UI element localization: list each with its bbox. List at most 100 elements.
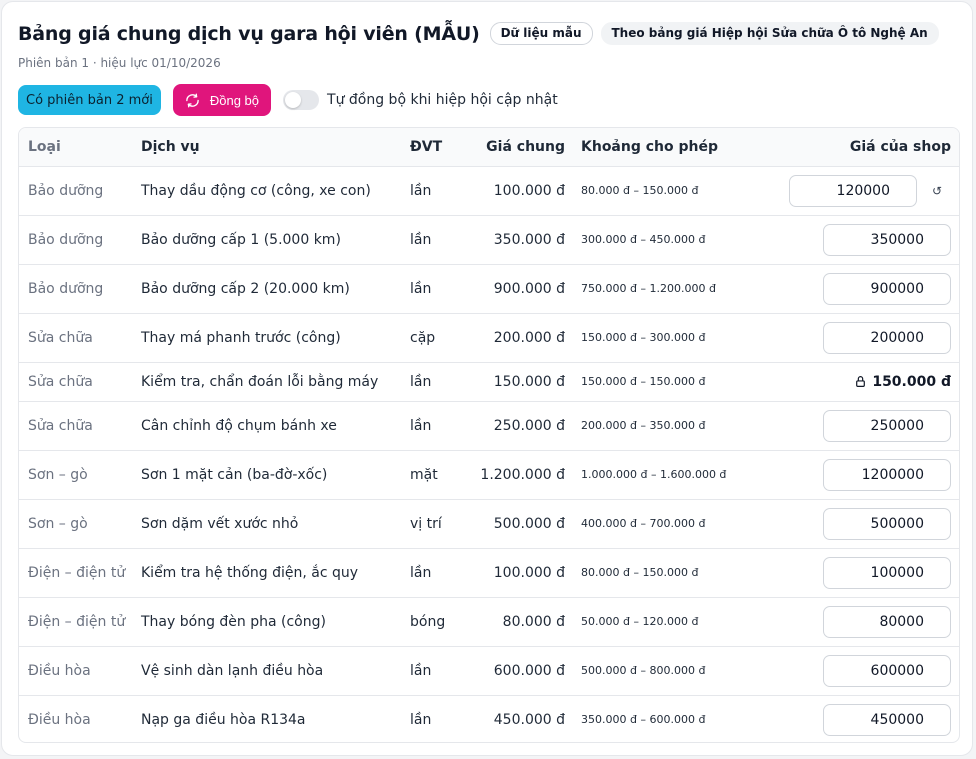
cell-shop-price <box>743 548 959 598</box>
table-header-row: Loại Dịch vụ ĐVT Giá chung Khoảng cho ph… <box>19 128 959 167</box>
cell-unit: mặt <box>410 450 468 500</box>
shop-price-input[interactable] <box>823 223 951 256</box>
auto-sync-label: Tự đồng bộ khi hiệp hội cập nhật <box>327 92 558 108</box>
table-row: Bảo dưỡng Bảo dưỡng cấp 1 (5.000 km) lần 35… <box>19 215 959 265</box>
table-row: Bảo dưỡng Thay dầu động cơ (công, xe con)… <box>19 166 959 216</box>
col-header-type: Loại <box>19 128 141 167</box>
col-header-price: Giá chung <box>468 128 573 167</box>
cell-unit: vị trí <box>410 499 468 549</box>
undo-icon: ↺ <box>931 183 943 198</box>
shop-price-input[interactable] <box>823 605 951 638</box>
cell-range: 150.000 đ – 150.000 đ <box>573 362 743 402</box>
cell-type: Điện – điện tử <box>19 548 141 598</box>
page-title: Bảng giá chung dịch vụ gara hội viên (MẪ… <box>18 22 480 45</box>
table-row: Điện – điện tử Thay bóng đèn pha (công) bó… <box>19 597 959 647</box>
new-version-badge: Có phiên bản 2 mới <box>18 85 161 115</box>
cell-type: Bảo dưỡng <box>19 166 141 216</box>
cell-unit: cặp <box>410 313 468 363</box>
cell-price: 80.000 đ <box>468 597 573 647</box>
shop-price-cell <box>743 507 951 540</box>
cell-unit: lần <box>410 401 468 451</box>
table-row: Sơn – gò Sơn 1 mặt cản (ba-đờ-xốc) mặt 1.20… <box>19 450 959 500</box>
cell-type: Sơn – gò <box>19 499 141 549</box>
sample-data-chip: Dữ liệu mẫu <box>489 22 593 45</box>
shop-price-cell <box>743 703 951 736</box>
cell-range: 1.000.000 đ – 1.600.000 đ <box>573 450 743 500</box>
cell-price: 200.000 đ <box>468 313 573 363</box>
price-table: Loại Dịch vụ ĐVT Giá chung Khoảng cho ph… <box>18 127 960 743</box>
cell-range: 200.000 đ – 350.000 đ <box>573 401 743 451</box>
sync-button-label: Đồng bộ <box>209 92 260 108</box>
shop-price-cell <box>743 272 951 305</box>
col-header-service: Dịch vụ <box>141 128 410 167</box>
cell-shop-price <box>743 646 959 696</box>
cell-shop-price <box>743 499 959 549</box>
col-header-range: Khoảng cho phép <box>573 128 743 167</box>
cell-service: Bảo dưỡng cấp 2 (20.000 km) <box>141 264 410 314</box>
shop-price-input[interactable] <box>823 321 951 354</box>
cell-price: 450.000 đ <box>493 711 565 728</box>
table-row: Điều hòa Nạp ga điều hòa R134a lần 450.000 … <box>19 695 959 742</box>
shop-price-input[interactable] <box>823 409 951 442</box>
auto-sync-toggle[interactable] <box>283 90 320 110</box>
shop-price-input[interactable] <box>823 458 951 491</box>
cell-unit: lần <box>410 548 468 598</box>
cell-range: 350.000 đ – 600.000 đ <box>581 713 706 727</box>
cell-shop-price <box>743 313 959 363</box>
cell-shop-price <box>743 597 959 647</box>
sync-button[interactable]: Đồng bộ <box>172 84 272 116</box>
cell-price: 600.000 đ <box>468 646 573 696</box>
refresh-icon <box>186 93 199 107</box>
cell-shop-price <box>743 695 959 742</box>
cell-price: 1.200.000 đ <box>468 450 573 500</box>
cell-type: Điều hòa <box>28 711 91 728</box>
cell-type: Sửa chữa <box>19 401 141 451</box>
cell-shop-price: 150.000 đ <box>743 362 959 402</box>
reset-price-button[interactable]: ↺ <box>923 177 951 205</box>
cell-service: Kiểm tra, chẩn đoán lỗi bằng máy <box>141 362 410 402</box>
cell-shop-price <box>743 264 959 314</box>
cell-range: 150.000 đ – 300.000 đ <box>573 313 743 363</box>
cell-service: Thay bóng đèn pha (công) <box>141 597 410 647</box>
cell-service: Vệ sinh dàn lạnh điều hòa <box>141 646 410 696</box>
locked-price: 150.000 đ <box>743 374 951 390</box>
shop-price-input[interactable] <box>789 174 917 207</box>
cell-price: 250.000 đ <box>468 401 573 451</box>
col-header-shop-price: Giá của shop <box>743 128 959 167</box>
toggle-knob <box>285 92 302 108</box>
table-row: Sửa chữa Cân chỉnh độ chụm bánh xe lần 250.… <box>19 401 959 451</box>
cell-price: 100.000 đ <box>468 548 573 598</box>
cell-type: Sửa chữa <box>19 362 141 402</box>
shop-price-input[interactable] <box>823 654 951 687</box>
source-chip: Theo bảng giá Hiệp hội Sửa chữa Ô tô Ngh… <box>600 22 939 45</box>
cell-type: Sơn – gò <box>19 450 141 500</box>
shop-price-input[interactable] <box>823 556 951 589</box>
shop-price-cell <box>743 321 951 354</box>
cell-unit: lần <box>410 215 468 265</box>
cell-service: Cân chỉnh độ chụm bánh xe <box>141 401 410 451</box>
table-row: Điều hòa Vệ sinh dàn lạnh điều hòa lần 600.… <box>19 646 959 696</box>
version-subtitle: Phiên bản 1 · hiệu lực 01/10/2026 <box>18 56 221 70</box>
cell-price: 500.000 đ <box>468 499 573 549</box>
shop-price-input[interactable] <box>823 272 951 305</box>
cell-shop-price <box>743 450 959 500</box>
cell-unit: lần <box>410 362 468 402</box>
shop-price-cell <box>743 409 951 442</box>
shop-price-input[interactable] <box>823 507 951 540</box>
cell-price: 100.000 đ <box>468 166 573 216</box>
cell-type: Sửa chữa <box>19 313 141 363</box>
cell-unit: lần <box>410 264 468 314</box>
table-row: Sơn – gò Sơn dặm vết xước nhỏ vị trí 500.00… <box>19 499 959 549</box>
cell-unit: bóng <box>410 597 468 647</box>
shop-price-cell <box>743 458 951 491</box>
cell-service: Thay má phanh trước (công) <box>141 313 410 363</box>
cell-shop-price <box>743 215 959 265</box>
cell-price: 150.000 đ <box>468 362 573 402</box>
cell-service: Kiểm tra hệ thống điện, ắc quy <box>141 548 410 598</box>
cell-range: 50.000 đ – 120.000 đ <box>573 597 743 647</box>
cell-range: 400.000 đ – 700.000 đ <box>573 499 743 549</box>
shop-price-input[interactable] <box>823 703 951 736</box>
shop-price-cell <box>743 605 951 638</box>
cell-range: 500.000 đ – 800.000 đ <box>573 646 743 696</box>
cell-price: 350.000 đ <box>468 215 573 265</box>
